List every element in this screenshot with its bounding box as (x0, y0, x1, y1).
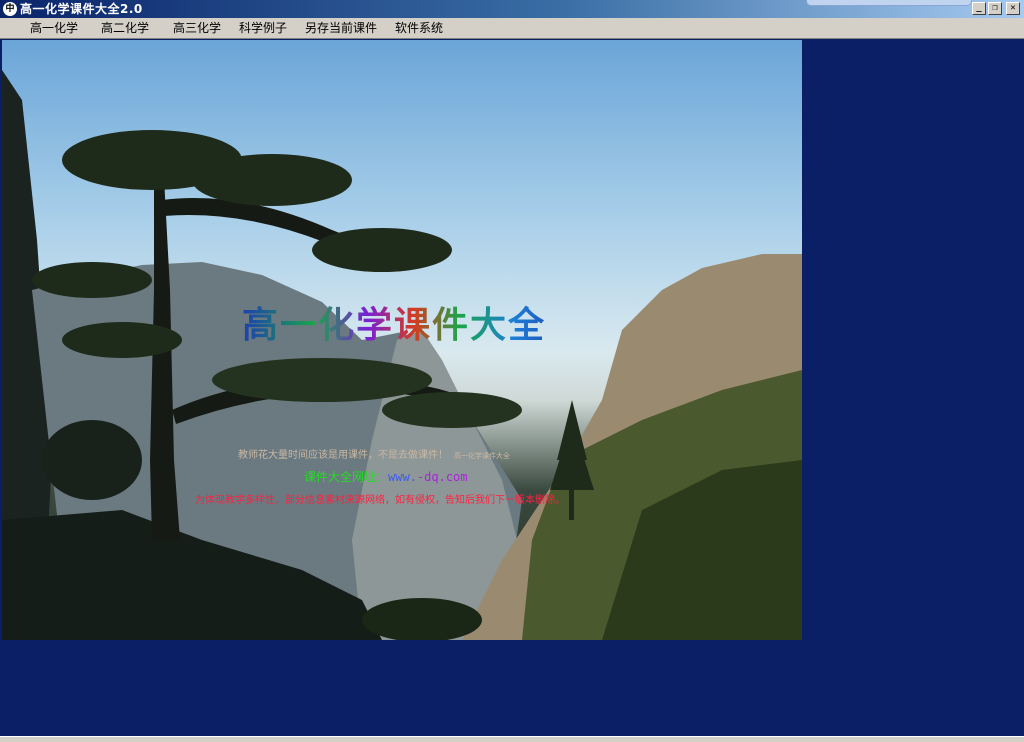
pine-foliage-5 (62, 322, 182, 358)
website-line: 课件大全网址：www.-dq.com (304, 468, 468, 485)
website-suffix[interactable]: -dq.com (417, 470, 468, 484)
menu-grade-three-chemistry[interactable]: 高三化学 (173, 21, 221, 36)
right-small-pine-trunk (569, 480, 574, 520)
restore-button[interactable]: ❐ (988, 2, 1002, 15)
pine-foliage-7 (382, 392, 522, 428)
splash-slogan-text: 教师花大量时间应该是用课件，不是去做课件！ (238, 450, 448, 461)
splash-slogan-small: 高一化学课件大全 (454, 452, 510, 460)
website-prefix: 课件 (304, 470, 329, 484)
pine-foliage-2 (192, 154, 352, 206)
title-bar[interactable]: 中 高一化学课件大全2.0 _ ❐ ✕ (0, 0, 1024, 18)
menu-science-examples[interactable]: 科学例子 (239, 21, 287, 36)
close-button[interactable]: ✕ (1006, 2, 1020, 15)
pine-foliage-4 (32, 262, 152, 298)
status-strip (0, 736, 1024, 742)
left-small-tree (42, 420, 142, 500)
bottom-pines (362, 598, 482, 640)
website-domain[interactable]: www. (388, 470, 417, 484)
bottom-blank-area (0, 640, 1024, 736)
copyright-notice: 为体现教学多样性，部分信息素材来源网络，如有侵权，告知后我们下一版本删除。 (195, 495, 565, 506)
pine-foliage-6 (212, 358, 432, 402)
window-title: 高一化学课件大全2.0 (20, 2, 143, 16)
app-icon[interactable]: 中 (3, 2, 17, 16)
menu-grade-two-chemistry[interactable]: 高二化学 (101, 21, 149, 36)
menu-bar: 高一化学 高二化学 高三化学 科学例子 另存当前课件 软件系统 (0, 18, 1024, 39)
menu-grade-one-chemistry[interactable]: 高一化学 (30, 21, 78, 36)
right-blank-area (802, 40, 1024, 640)
splash-image: 高一化学课件大全 教师花大量时间应该是用课件，不是去做课件！ 高一化学课件大全 课… (2, 40, 802, 640)
splash-title: 高一化学课件大全 (242, 296, 572, 348)
splash-slogan: 教师花大量时间应该是用课件，不是去做课件！ 高一化学课件大全 (238, 446, 510, 461)
website-mid: 大全网址： (328, 470, 389, 484)
title-bar-decoration (806, 0, 972, 6)
menu-save-current-courseware[interactable]: 另存当前课件 (305, 21, 377, 36)
app-window: 中 高一化学课件大全2.0 _ ❐ ✕ 高一化学 高二化学 高三化学 科学例子 … (0, 0, 1024, 742)
menu-software-system[interactable]: 软件系统 (395, 21, 443, 36)
minimize-button[interactable]: _ (972, 2, 986, 15)
pine-foliage-3 (312, 228, 452, 272)
